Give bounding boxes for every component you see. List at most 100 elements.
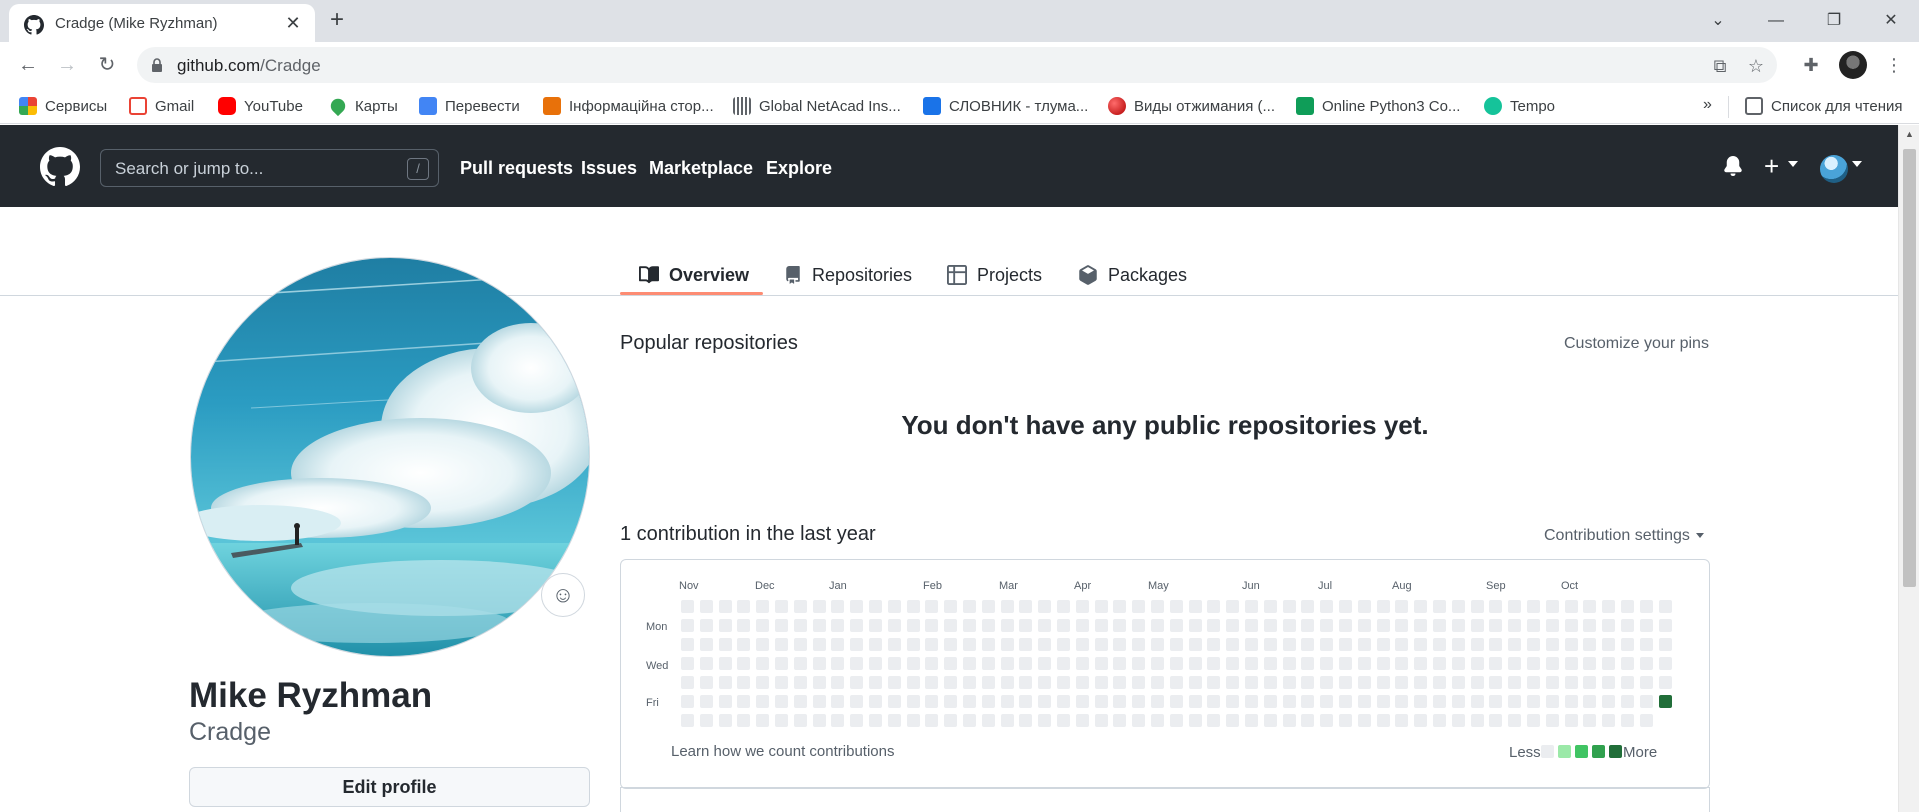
contribution-day[interactable] xyxy=(1320,600,1333,613)
contribution-day[interactable] xyxy=(1621,714,1634,727)
contribution-day[interactable] xyxy=(1132,619,1145,632)
contribution-day[interactable] xyxy=(1019,638,1032,651)
user-menu-caret-icon[interactable] xyxy=(1852,161,1862,167)
nav-issues[interactable]: Issues xyxy=(581,158,637,179)
contribution-day[interactable] xyxy=(1659,695,1672,708)
contribution-day[interactable] xyxy=(1583,600,1596,613)
contribution-day[interactable] xyxy=(907,714,920,727)
contribution-day[interactable] xyxy=(1489,638,1502,651)
reading-list-button[interactable]: Список для чтения xyxy=(1745,96,1903,116)
contribution-day[interactable] xyxy=(1226,695,1239,708)
create-new-caret-icon[interactable] xyxy=(1788,161,1798,167)
scrollbar-thumb[interactable] xyxy=(1903,149,1916,587)
contribution-day[interactable] xyxy=(1433,676,1446,689)
contribution-day[interactable] xyxy=(1283,714,1296,727)
address-bar[interactable]: github.com/Cradge ⧉ ☆ xyxy=(137,47,1777,83)
contribution-day[interactable] xyxy=(1001,619,1014,632)
contribution-day[interactable] xyxy=(1113,638,1126,651)
contribution-day[interactable] xyxy=(1038,657,1051,670)
contribution-day[interactable] xyxy=(1132,638,1145,651)
contribution-day[interactable] xyxy=(907,676,920,689)
contribution-day[interactable] xyxy=(1076,695,1089,708)
contribution-day[interactable] xyxy=(1283,657,1296,670)
contribution-day[interactable] xyxy=(700,600,713,613)
close-tab-icon[interactable]: ✕ xyxy=(282,12,304,34)
contribution-day[interactable] xyxy=(1264,638,1277,651)
contribution-day[interactable] xyxy=(963,695,976,708)
contribution-day[interactable] xyxy=(1377,657,1390,670)
profile-avatar[interactable] xyxy=(190,257,590,657)
bookmark-netacad[interactable]: Global NetAcad Ins... xyxy=(733,96,901,116)
contribution-day[interactable] xyxy=(1583,619,1596,632)
contribution-day[interactable] xyxy=(1113,600,1126,613)
contribution-day[interactable] xyxy=(1358,657,1371,670)
contribution-day[interactable] xyxy=(1508,657,1521,670)
contribution-day[interactable] xyxy=(775,714,788,727)
contribution-day[interactable] xyxy=(1471,676,1484,689)
contribution-day[interactable] xyxy=(737,600,750,613)
contribution-day[interactable] xyxy=(1301,714,1314,727)
contribution-day[interactable] xyxy=(831,657,844,670)
contribution-day[interactable] xyxy=(963,714,976,727)
contribution-day[interactable] xyxy=(1527,714,1540,727)
contribution-day[interactable] xyxy=(1320,657,1333,670)
contribution-day[interactable] xyxy=(1057,600,1070,613)
contribution-day[interactable] xyxy=(1414,676,1427,689)
contribution-day[interactable] xyxy=(1452,600,1465,613)
browser-tab[interactable]: Cradge (Mike Ryzhman) ✕ xyxy=(9,4,315,42)
contribution-day[interactable] xyxy=(1433,657,1446,670)
contribution-day[interactable] xyxy=(775,695,788,708)
contribution-day[interactable] xyxy=(1471,657,1484,670)
contribution-day[interactable] xyxy=(1001,676,1014,689)
contribution-day[interactable] xyxy=(1320,619,1333,632)
contribution-day[interactable] xyxy=(1489,619,1502,632)
contribution-day[interactable] xyxy=(1659,676,1672,689)
bookmark-dictionary[interactable]: СЛОВНИК - тлума... xyxy=(923,96,1088,116)
contribution-day[interactable] xyxy=(1583,676,1596,689)
contribution-day[interactable] xyxy=(963,638,976,651)
contribution-day[interactable] xyxy=(700,714,713,727)
contribution-day[interactable] xyxy=(1508,676,1521,689)
contribution-day[interactable] xyxy=(1038,695,1051,708)
create-new-plus-icon[interactable]: + xyxy=(1764,151,1779,182)
contribution-day[interactable] xyxy=(719,638,732,651)
contribution-day[interactable] xyxy=(1640,619,1653,632)
contribution-day[interactable] xyxy=(1001,714,1014,727)
contribution-day[interactable] xyxy=(1621,638,1634,651)
contribution-day[interactable] xyxy=(1189,638,1202,651)
contribution-day[interactable] xyxy=(1207,600,1220,613)
contribution-day[interactable] xyxy=(756,714,769,727)
contribution-day[interactable] xyxy=(756,638,769,651)
contribution-day[interactable] xyxy=(1057,657,1070,670)
contribution-day[interactable] xyxy=(1395,619,1408,632)
contribution-day[interactable] xyxy=(1264,695,1277,708)
contribution-day[interactable] xyxy=(1602,657,1615,670)
contribution-day[interactable] xyxy=(1132,695,1145,708)
contribution-day[interactable] xyxy=(907,657,920,670)
set-status-smiley-icon[interactable]: ☺ xyxy=(541,573,585,617)
contribution-day[interactable] xyxy=(1226,657,1239,670)
contribution-day[interactable] xyxy=(1245,695,1258,708)
contribution-day[interactable] xyxy=(1452,695,1465,708)
contribution-day[interactable] xyxy=(1226,619,1239,632)
contribution-day[interactable] xyxy=(1640,676,1653,689)
contribution-day[interactable] xyxy=(1076,600,1089,613)
contribution-day[interactable] xyxy=(719,657,732,670)
contribution-day[interactable] xyxy=(681,600,694,613)
contribution-day[interactable] xyxy=(1527,657,1540,670)
contribution-day[interactable] xyxy=(1377,695,1390,708)
contribution-day[interactable] xyxy=(1565,638,1578,651)
contribution-day[interactable] xyxy=(1452,676,1465,689)
contribution-day[interactable] xyxy=(982,619,995,632)
contribution-day[interactable] xyxy=(1189,600,1202,613)
contribution-settings-dropdown[interactable]: Contribution settings xyxy=(1544,527,1704,545)
contribution-day[interactable] xyxy=(1659,619,1672,632)
contribution-day[interactable] xyxy=(775,619,788,632)
translate-page-icon[interactable]: ⧉ xyxy=(1709,55,1731,77)
contribution-day[interactable] xyxy=(1339,638,1352,651)
contribution-day[interactable] xyxy=(1189,676,1202,689)
bookmark-python[interactable]: Online Python3 Co... xyxy=(1296,96,1460,116)
contribution-day[interactable] xyxy=(831,619,844,632)
contribution-day[interactable] xyxy=(1301,600,1314,613)
contribution-day[interactable] xyxy=(737,676,750,689)
